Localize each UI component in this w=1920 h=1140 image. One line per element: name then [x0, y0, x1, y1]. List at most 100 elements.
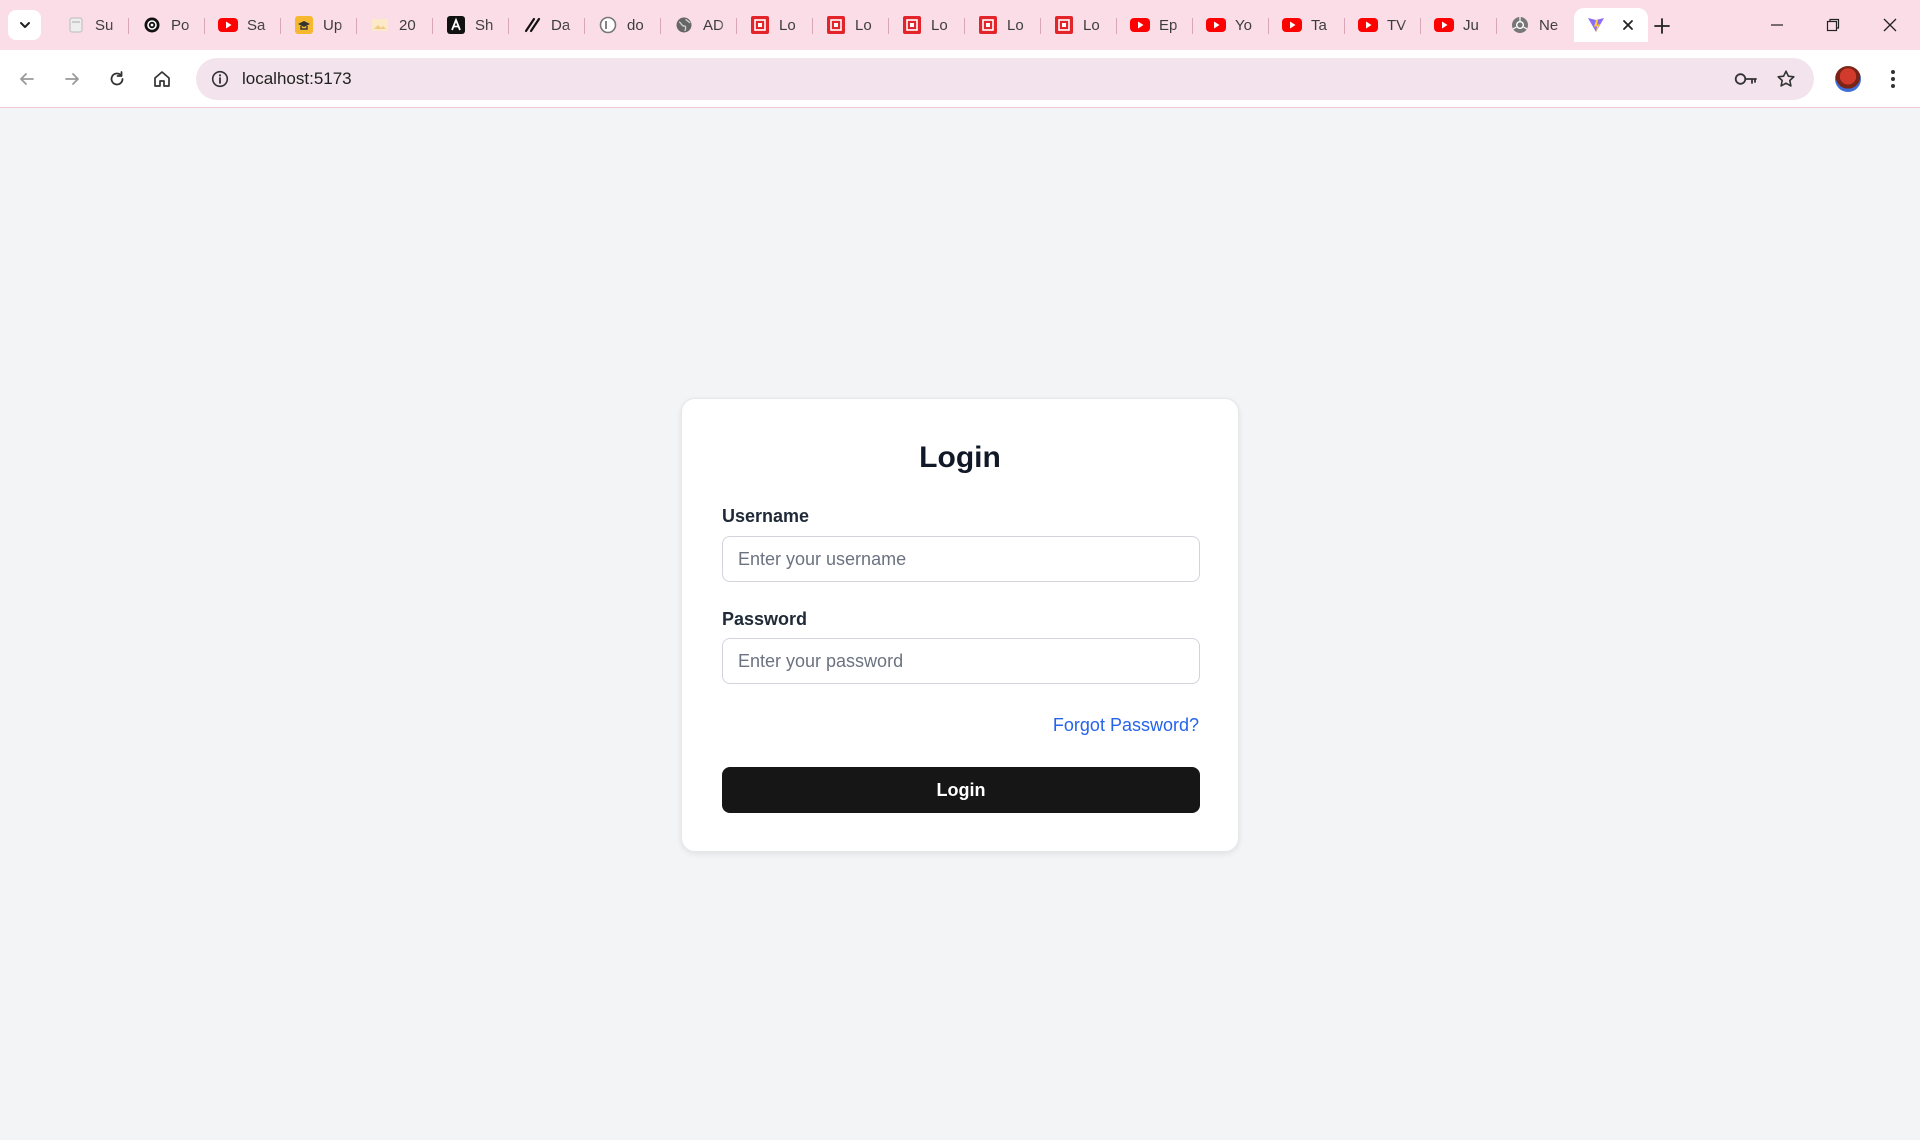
- password-key-icon[interactable]: [1732, 65, 1760, 93]
- tab-title: Sh: [475, 16, 494, 34]
- chrome-newtab-icon: [66, 15, 86, 35]
- tab-5[interactable]: Sh: [432, 8, 508, 42]
- arrow-right-icon: [65, 73, 79, 85]
- tab-title: Ep: [1159, 16, 1178, 34]
- tab-title: TV: [1387, 16, 1407, 34]
- tab-18[interactable]: Ju: [1420, 8, 1496, 42]
- arrow-left-icon: [20, 73, 34, 85]
- username-input[interactable]: [722, 536, 1200, 582]
- tab-title: Up: [323, 16, 343, 34]
- chevron-down-icon: [19, 22, 30, 28]
- youtube-icon: [1130, 15, 1150, 35]
- tab-strip: Su Po Sa Up 20 Sh Da do AD Lo Lo Lo Lo Lo Ep Yo Ta TV Ju Ne: [0, 0, 1920, 50]
- tab-list: Su Po Sa Up 20 Sh Da do AD Lo Lo Lo Lo Lo Ep Yo Ta TV Ju Ne: [52, 8, 1648, 42]
- browser-toolbar: localhost:5173: [0, 50, 1920, 108]
- shadcn-icon: [446, 15, 466, 35]
- red-logo-icon: [750, 15, 770, 35]
- back-button[interactable]: [10, 62, 44, 96]
- close-tab-icon[interactable]: [1620, 17, 1636, 33]
- forward-button[interactable]: [55, 62, 89, 96]
- home-icon: [154, 71, 170, 87]
- address-bar[interactable]: localhost:5173: [196, 58, 1814, 100]
- password-label: Password: [722, 609, 808, 629]
- minimize-button[interactable]: [1757, 10, 1797, 40]
- tab-title: Ne: [1539, 16, 1559, 34]
- tab-8[interactable]: AD: [660, 8, 736, 42]
- tab-title: 20: [399, 16, 416, 34]
- tab-title: Da: [551, 16, 571, 34]
- tab-title: Sa: [247, 16, 266, 34]
- tab-title: Lo: [1007, 16, 1024, 34]
- tab-7[interactable]: do: [584, 8, 660, 42]
- browser-menu-button[interactable]: [1880, 62, 1906, 96]
- minimize-icon: [1771, 24, 1783, 26]
- tab-12[interactable]: Lo: [964, 8, 1040, 42]
- username-label: Username: [722, 506, 810, 526]
- youtube-icon: [1282, 15, 1302, 35]
- restore-button[interactable]: [1813, 10, 1853, 40]
- forgot-password-link[interactable]: Forgot Password?: [1053, 715, 1199, 736]
- red-logo-icon: [1054, 15, 1074, 35]
- profile-avatar[interactable]: [1835, 66, 1861, 92]
- tab-9[interactable]: Lo: [736, 8, 812, 42]
- tab-2[interactable]: Sa: [204, 8, 280, 42]
- home-button[interactable]: [145, 62, 179, 96]
- openai-icon: [142, 15, 162, 35]
- tab-title: Lo: [931, 16, 948, 34]
- password-input[interactable]: [722, 638, 1200, 684]
- tab-search-button[interactable]: [8, 10, 41, 40]
- tab-16[interactable]: Ta: [1268, 8, 1344, 42]
- site-info-icon[interactable]: [206, 65, 234, 93]
- upgrad-icon: [294, 15, 314, 35]
- docs-icon: [598, 15, 618, 35]
- plus-icon: [1654, 18, 1670, 34]
- red-logo-icon: [902, 15, 922, 35]
- login-button[interactable]: Login: [722, 767, 1200, 813]
- vite-icon: [1586, 15, 1606, 35]
- login-card: Login Username Password Forgot Password?…: [681, 398, 1239, 852]
- tab-15[interactable]: Yo: [1192, 8, 1268, 42]
- globe-icon: [674, 15, 694, 35]
- chrome-icon: [1510, 15, 1530, 35]
- tab-1[interactable]: Po: [128, 8, 204, 42]
- tab-13[interactable]: Lo: [1040, 8, 1116, 42]
- tab-19[interactable]: Ne: [1496, 8, 1572, 42]
- youtube-icon: [218, 15, 238, 35]
- restore-icon: [1826, 18, 1840, 32]
- tab-14[interactable]: Ep: [1116, 8, 1192, 42]
- red-logo-icon: [826, 15, 846, 35]
- close-icon: [1883, 18, 1897, 32]
- tab-3[interactable]: Up: [280, 8, 356, 42]
- tab-title: AD: [703, 16, 724, 34]
- tab-17[interactable]: TV: [1344, 8, 1420, 42]
- tab-title: Yo: [1235, 16, 1252, 34]
- more-vertical-icon: [1891, 70, 1895, 88]
- tab-title: Su: [95, 16, 114, 34]
- tab-title: Ta: [1311, 16, 1327, 34]
- tab-6[interactable]: Da: [508, 8, 584, 42]
- tab-10[interactable]: Lo: [812, 8, 888, 42]
- tab-0[interactable]: Su: [52, 8, 128, 42]
- tab-title: Lo: [779, 16, 796, 34]
- tab-title: Lo: [855, 16, 872, 34]
- reload-icon: [110, 71, 124, 86]
- tab-11[interactable]: Lo: [888, 8, 964, 42]
- reload-button[interactable]: [100, 62, 134, 96]
- image-icon: [370, 15, 390, 35]
- tab-active[interactable]: [1574, 8, 1648, 42]
- youtube-icon: [1358, 15, 1378, 35]
- youtube-icon: [1206, 15, 1226, 35]
- tab-title: do: [627, 16, 644, 34]
- red-logo-icon: [978, 15, 998, 35]
- tab-title: Po: [171, 16, 190, 34]
- tab-title: Lo: [1083, 16, 1100, 34]
- new-tab-button[interactable]: [1648, 12, 1676, 40]
- close-window-button[interactable]: [1870, 10, 1910, 40]
- bookmark-star-icon[interactable]: [1772, 65, 1800, 93]
- youtube-icon: [1434, 15, 1454, 35]
- url-text[interactable]: localhost:5173: [242, 69, 352, 89]
- login-title: Login: [919, 441, 1001, 474]
- slash-icon: [522, 15, 542, 35]
- tab-title: Ju: [1463, 16, 1479, 34]
- tab-4[interactable]: 20: [356, 8, 432, 42]
